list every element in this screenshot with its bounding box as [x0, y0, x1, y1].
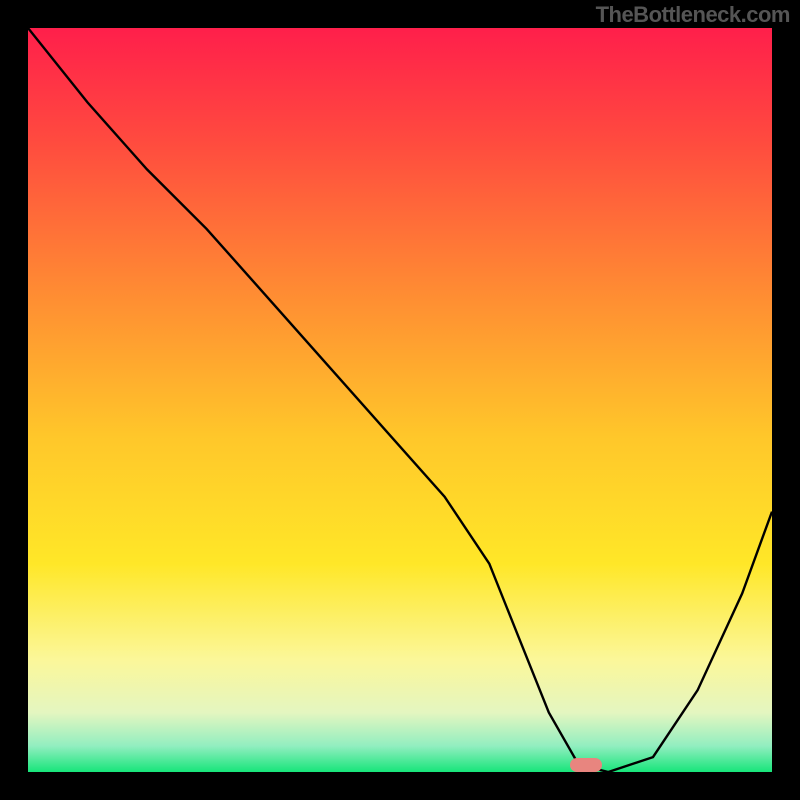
watermark-text: TheBottleneck.com — [596, 2, 790, 28]
gradient-background — [28, 28, 772, 772]
chart-frame: TheBottleneck.com — [0, 0, 800, 800]
optimal-point-marker — [570, 758, 602, 772]
bottleneck-chart — [28, 28, 772, 772]
